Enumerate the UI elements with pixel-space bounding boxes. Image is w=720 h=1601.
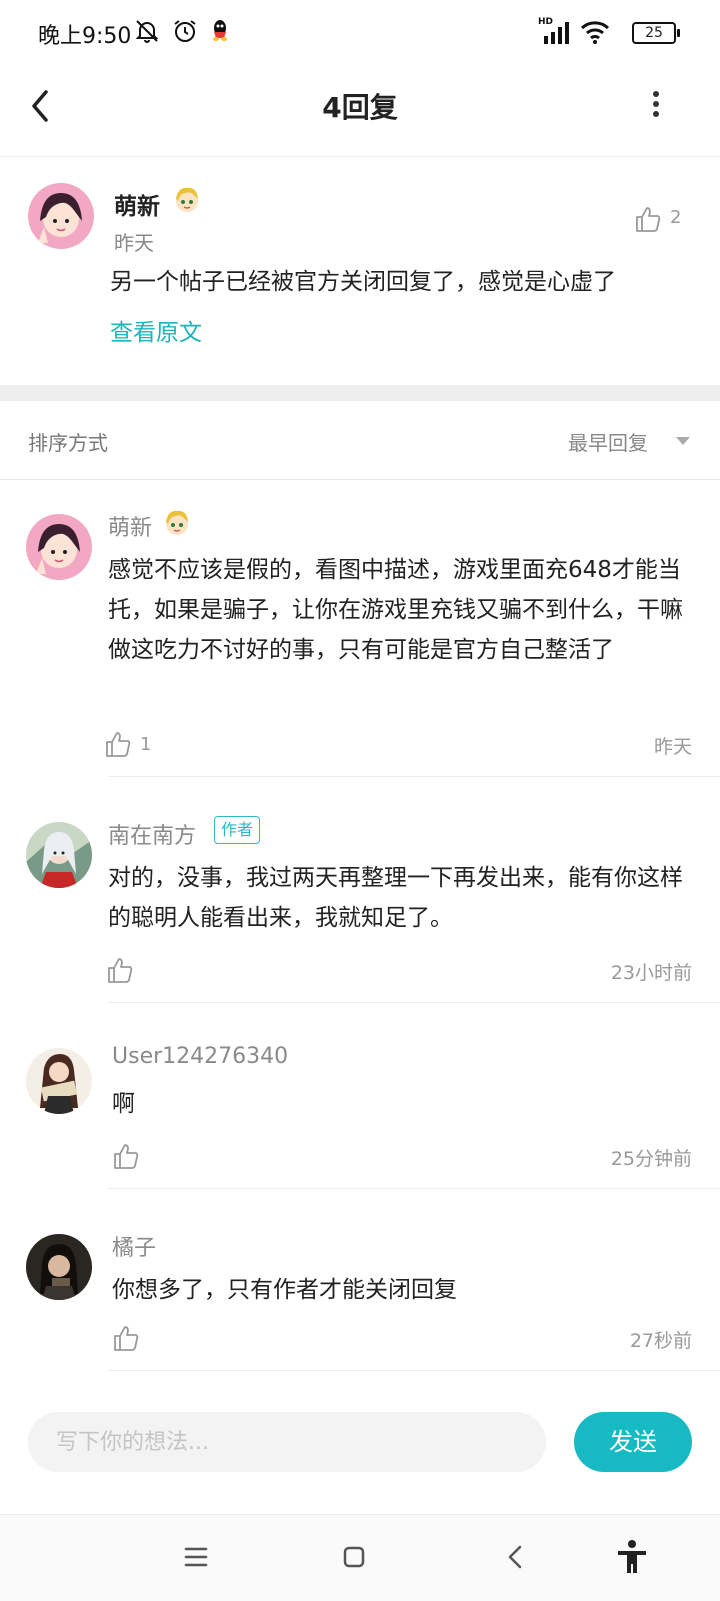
- like-button[interactable]: [104, 730, 132, 758]
- menu-button[interactable]: [176, 1537, 216, 1577]
- avatar[interactable]: [26, 822, 92, 888]
- reply-author[interactable]: 南在南方: [108, 818, 196, 850]
- wifi-icon: [580, 20, 610, 49]
- divider: [108, 1002, 720, 1003]
- status-bar: 晚上9:50 HD 25: [0, 0, 720, 64]
- comment-text: 另一个帖子已经被官方关闭回复了，感觉是心虚了: [110, 269, 616, 295]
- accessibility-button[interactable]: [612, 1537, 652, 1577]
- signal-icon: [544, 22, 572, 49]
- caret-down-icon[interactable]: [676, 437, 690, 445]
- menu-icon: [184, 1547, 208, 1567]
- like-button[interactable]: [634, 205, 662, 233]
- top-navigation-bar: 4回复: [0, 64, 720, 157]
- chevron-left-icon: [508, 1545, 522, 1569]
- reply-time: 23小时前: [610, 962, 692, 984]
- thumbs-up-icon: [114, 1144, 139, 1169]
- alarm-icon: [172, 18, 198, 49]
- qq-icon: [210, 18, 230, 47]
- view-original-link[interactable]: 查看原文: [110, 313, 202, 347]
- sort-label: 排序方式: [28, 431, 108, 455]
- reply-author[interactable]: User124276340: [112, 1044, 288, 1069]
- user-level-badge: [162, 508, 192, 538]
- page-title: 4回复: [322, 91, 398, 124]
- like-button[interactable]: [112, 1324, 140, 1352]
- like-button[interactable]: [112, 1142, 140, 1170]
- home-button[interactable]: [334, 1537, 374, 1577]
- reply-author[interactable]: 萌新: [108, 510, 152, 542]
- reply-time: 昨天: [653, 736, 692, 758]
- reply-time: 25分钟前: [610, 1148, 692, 1170]
- like-count: 1: [140, 734, 152, 755]
- user-level-badge: [172, 185, 202, 215]
- more-options-button[interactable]: [652, 86, 672, 126]
- avatar[interactable]: [26, 1234, 92, 1300]
- divider: [108, 776, 720, 777]
- reply-item: 橘子 你想多了，只有作者才能关闭回复 27秒前: [0, 1230, 720, 1376]
- thumbs-up-icon: [114, 1326, 139, 1351]
- reply-item: 南在南方 作者 对的，没事，我过两天再整理一下再发出来，能有你这样的聪明人能看出…: [0, 816, 720, 1004]
- section-divider: [0, 385, 720, 401]
- reply-text: 对的，没事，我过两天再整理一下再发出来，能有你这样的聪明人能看出来，我就知足了。: [108, 865, 683, 931]
- sort-dropdown[interactable]: 最早回复: [568, 427, 648, 456]
- thumbs-up-icon: [106, 732, 131, 757]
- avatar[interactable]: [26, 1048, 92, 1114]
- sort-bar: 排序方式 最早回复: [0, 401, 720, 480]
- send-button[interactable]: 发送: [574, 1412, 692, 1472]
- thumbs-up-icon: [636, 207, 661, 232]
- divider: [108, 1188, 720, 1189]
- avatar[interactable]: [26, 514, 92, 580]
- reply-text: 感觉不应该是假的，看图中描述，游戏里面充648才能当托，如果是骗子，让你在游戏里…: [108, 557, 683, 663]
- comment-input[interactable]: [28, 1412, 546, 1472]
- like-button[interactable]: [106, 956, 134, 984]
- reply-text: 你想多了，只有作者才能关闭回复: [112, 1277, 457, 1303]
- comment-date: 昨天: [114, 231, 154, 255]
- reply-text: 啊: [112, 1091, 135, 1117]
- avatar[interactable]: [28, 183, 94, 249]
- system-back-button[interactable]: [496, 1537, 536, 1577]
- accessibility-icon: [618, 1540, 646, 1573]
- reply-time: 27秒前: [629, 1330, 692, 1352]
- divider: [108, 1370, 720, 1371]
- mute-icon: [134, 18, 160, 49]
- author-badge: 作者: [214, 816, 261, 844]
- thumbs-up-icon: [108, 958, 133, 983]
- original-comment: 萌新 昨天 另一个帖子已经被官方关闭回复了，感觉是心虚了 查看原文 2: [0, 157, 720, 385]
- comment-author[interactable]: 萌新: [114, 187, 160, 221]
- comment-composer: 发送: [0, 1410, 720, 1506]
- more-vertical-icon: [653, 91, 659, 117]
- status-time: 晚上9:50: [38, 24, 132, 49]
- square-icon: [343, 1546, 365, 1568]
- reply-author[interactable]: 橘子: [112, 1230, 156, 1262]
- reply-item: 萌新 感觉不应该是假的，看图中描述，游戏里面充648才能当托，如果是骗子，让你在…: [0, 510, 720, 778]
- battery-indicator: 25: [632, 22, 680, 44]
- like-count: 2: [670, 207, 682, 228]
- system-navigation-bar: [0, 1514, 720, 1601]
- reply-item: User124276340 啊 25分钟前: [0, 1044, 720, 1190]
